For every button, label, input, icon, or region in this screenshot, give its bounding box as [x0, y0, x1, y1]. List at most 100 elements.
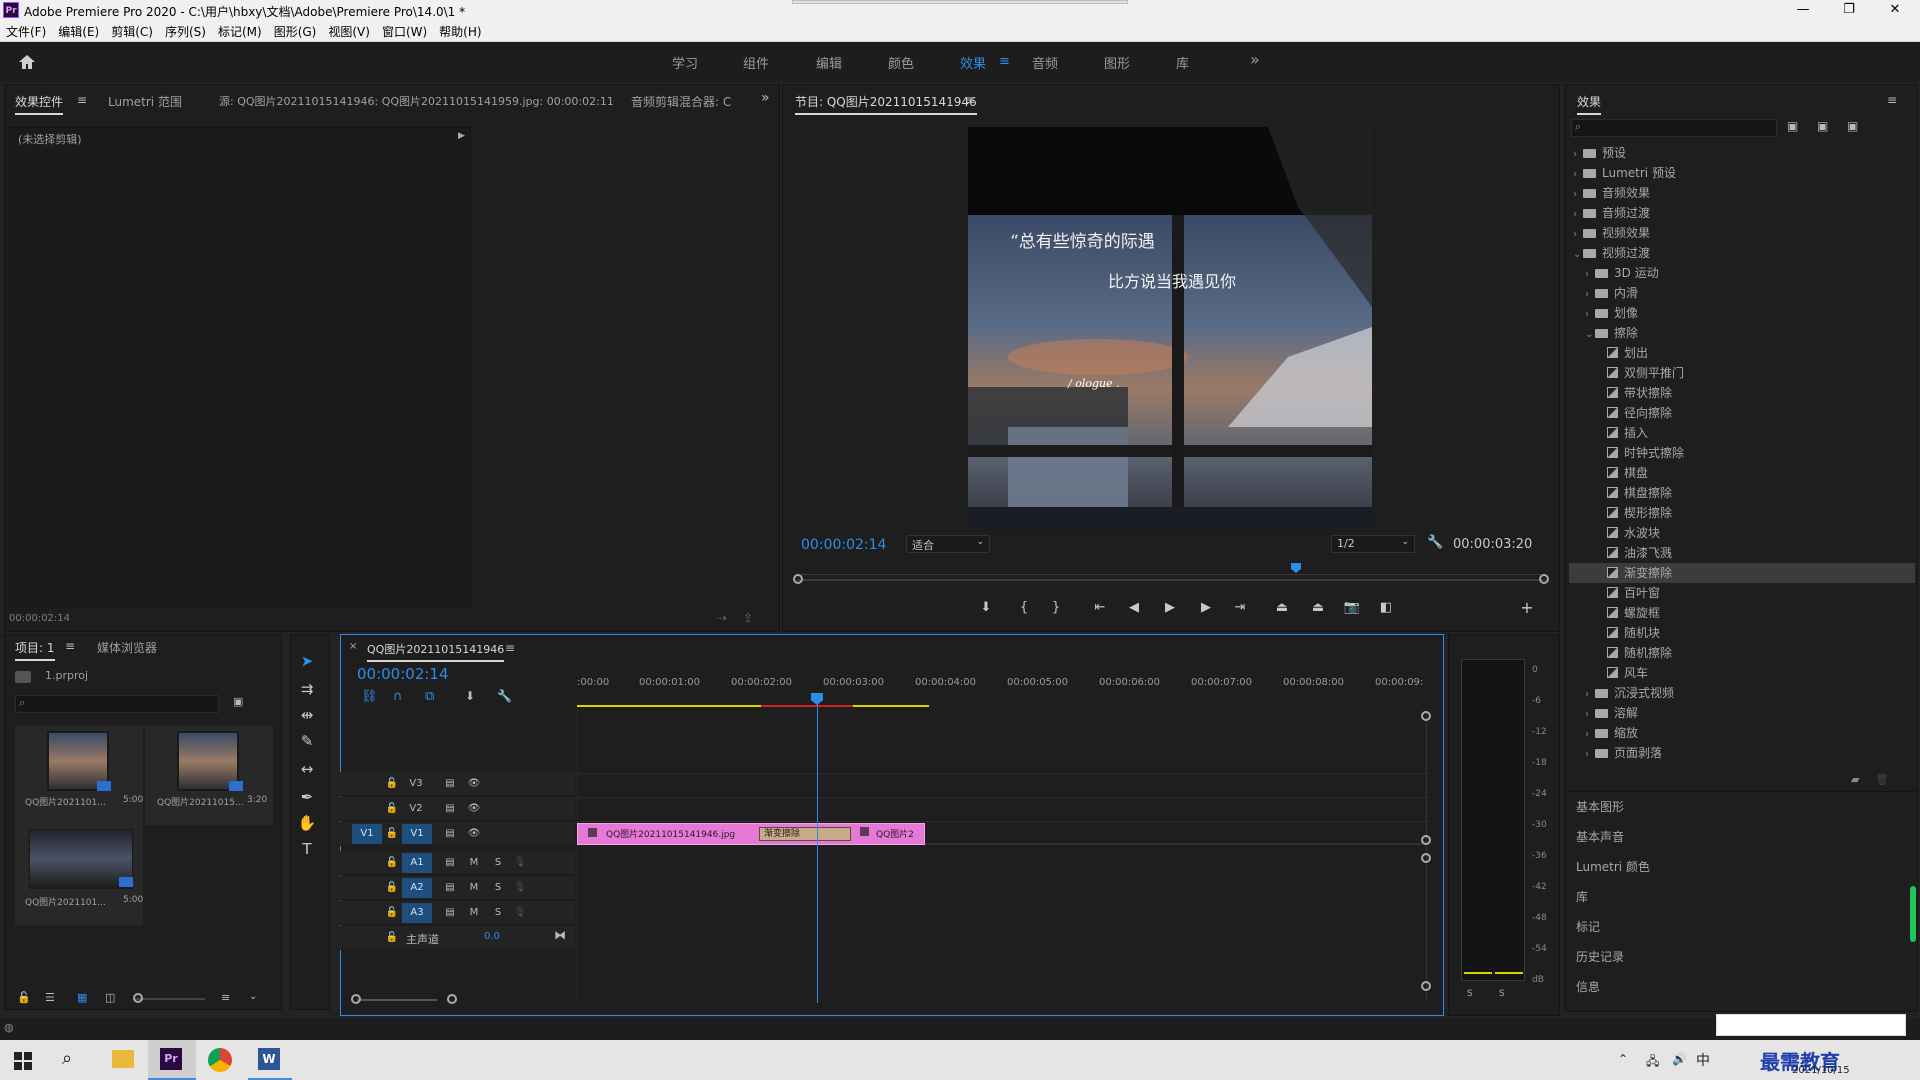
- a3-mic-icon[interactable]: 🎙: [512, 905, 528, 921]
- lock-icon[interactable]: 🔓: [17, 991, 31, 1004]
- effects-tree-item[interactable]: 双侧平推门: [1569, 363, 1915, 383]
- a2-label[interactable]: A2: [402, 878, 432, 898]
- timeline-close-icon[interactable]: ×: [349, 641, 357, 652]
- effects-tree-item[interactable]: 螺旋框: [1569, 603, 1915, 623]
- effects-tree-item[interactable]: › 页面剥落: [1569, 743, 1915, 763]
- v3-label[interactable]: V3: [408, 776, 424, 792]
- effects-tree-item[interactable]: 渐变擦除: [1569, 563, 1915, 583]
- effects-tree-item[interactable]: 楔形擦除: [1569, 503, 1915, 523]
- windows-start-icon[interactable]: [14, 1052, 32, 1070]
- tab-source[interactable]: 源: QQ图片20211015141946: QQ图片2021101514195…: [219, 93, 614, 109]
- timeline-menu-icon[interactable]: ≡: [505, 641, 515, 655]
- chevron-right-icon[interactable]: ›: [1573, 225, 1583, 245]
- workspace-color[interactable]: 颜色: [888, 53, 914, 72]
- v-scroll-handle-a[interactable]: [1421, 853, 1431, 863]
- maximize-button[interactable]: ❐: [1826, 0, 1872, 20]
- effects-tree-item[interactable]: 带状擦除: [1569, 383, 1915, 403]
- play-icon[interactable]: ▶: [1160, 598, 1180, 618]
- more-workspaces-icon[interactable]: »: [1250, 50, 1260, 69]
- project-item-1[interactable]: QQ图片2021101... 5:00 QQ图片2021101... 5:00: [15, 725, 143, 925]
- menu-sequence[interactable]: 序列(S): [159, 20, 212, 43]
- step-back-icon[interactable]: ◀: [1124, 598, 1144, 618]
- effects-tree-item[interactable]: › 缩放: [1569, 723, 1915, 743]
- effects-tree-item[interactable]: › 音频效果: [1569, 183, 1915, 203]
- section-essential-sound[interactable]: 基本声音: [1576, 828, 1624, 845]
- green-scroll-indicator[interactable]: [1910, 886, 1916, 942]
- type-tool-icon[interactable]: T: [296, 838, 318, 860]
- program-menu-icon[interactable]: ≡: [965, 93, 975, 107]
- thumbnail-size-handle[interactable]: [133, 993, 143, 1003]
- horizontal-scroll-bar[interactable]: [357, 999, 437, 1001]
- v3-lock-icon[interactable]: 🔓: [384, 776, 400, 792]
- source-patch-v1[interactable]: V1: [352, 824, 382, 844]
- effects-tree-item[interactable]: 时钟式擦除: [1569, 443, 1915, 463]
- effects-title[interactable]: 效果: [1577, 93, 1602, 115]
- list-view-icon[interactable]: ☰: [45, 991, 55, 1004]
- master-expand-icon[interactable]: ⧓: [554, 928, 566, 942]
- extract-icon[interactable]: ⏏: [1308, 598, 1328, 618]
- taskbar-premiere[interactable]: Pr: [148, 1040, 196, 1080]
- effects-tree-item[interactable]: 百叶窗: [1569, 583, 1915, 603]
- a2-mic-icon[interactable]: 🎙: [512, 880, 528, 896]
- section-essential-graphics[interactable]: 基本图形: [1576, 798, 1624, 815]
- v3-eye-icon[interactable]: 👁: [466, 776, 482, 792]
- workspace-effects[interactable]: 效果: [960, 53, 986, 72]
- chevron-right-icon[interactable]: ›: [1585, 745, 1595, 765]
- chevron-right-icon[interactable]: ›: [1585, 265, 1595, 285]
- a2-mute[interactable]: M: [466, 880, 482, 896]
- a2-solo[interactable]: S: [490, 880, 506, 896]
- menu-file[interactable]: 文件(F): [0, 20, 52, 43]
- a3-sync-lock-icon[interactable]: ▤: [442, 905, 458, 921]
- workspace-editing[interactable]: 编辑: [816, 53, 842, 72]
- program-playhead-timecode[interactable]: 00:00:02:14: [801, 537, 886, 553]
- freeform-view-icon[interactable]: ◫: [105, 991, 115, 1004]
- section-history[interactable]: 历史记录: [1576, 948, 1624, 965]
- ime-toolbar[interactable]: [1716, 1014, 1906, 1036]
- chevron-right-icon[interactable]: ›: [1573, 165, 1583, 185]
- project-item-2[interactable]: QQ图片20211015... 3:20: [145, 725, 273, 825]
- v-scroll-handle-bottom[interactable]: [1421, 981, 1431, 991]
- accelerated-effects-icon[interactable]: ▣: [1787, 119, 1798, 133]
- a1-label[interactable]: A1: [402, 853, 432, 873]
- taskbar-word[interactable]: W: [248, 1040, 292, 1080]
- chevron-right-icon[interactable]: ›: [1585, 705, 1595, 725]
- menu-help[interactable]: 帮助(H): [433, 20, 487, 43]
- ripple-edit-tool-icon[interactable]: ⇹: [296, 704, 318, 726]
- slip-tool-icon[interactable]: ↔: [296, 758, 318, 780]
- h-scroll-handle-right[interactable]: [447, 994, 457, 1004]
- tray-up-arrow-icon[interactable]: ⌃: [1618, 1052, 1628, 1066]
- chevron-right-icon[interactable]: ›: [1585, 285, 1595, 305]
- comparison-view-icon[interactable]: ◧: [1376, 598, 1396, 618]
- clip-v1-1[interactable]: QQ图片20211015141946.jpg QQ图片2: [577, 823, 925, 845]
- close-button[interactable]: ✕: [1872, 0, 1918, 20]
- zoom-handle-right[interactable]: [1539, 574, 1549, 584]
- hand-tool-icon[interactable]: ✋: [296, 812, 318, 834]
- program-ruler[interactable]: [801, 567, 1541, 575]
- tab-lumetri-scopes[interactable]: Lumetri 范围: [108, 93, 182, 110]
- chrome-icon[interactable]: [208, 1048, 232, 1072]
- v3-sync-lock-icon[interactable]: ▤: [442, 776, 458, 792]
- filter-icon[interactable]: ⇢: [717, 611, 727, 625]
- chevron-down-icon[interactable]: ⌄: [1585, 325, 1595, 345]
- effects-tree-item[interactable]: › 预设: [1569, 143, 1915, 163]
- effects-tree-item[interactable]: ⌄ 擦除: [1569, 323, 1915, 343]
- a3-mute[interactable]: M: [466, 905, 482, 921]
- 32bit-effects-icon[interactable]: ▣: [1817, 119, 1828, 133]
- effects-tree-item[interactable]: 径向擦除: [1569, 403, 1915, 423]
- button-editor-icon[interactable]: +: [1517, 598, 1537, 618]
- settings-wrench-icon[interactable]: 🔧: [1427, 535, 1443, 550]
- resolution-dropdown[interactable]: 1/2 ⌄: [1331, 535, 1415, 553]
- a1-mic-icon[interactable]: 🎙: [512, 855, 528, 871]
- timeline-ruler[interactable]: :00:00 00:00:01:00 00:00:02:00 00:00:03:…: [577, 677, 1429, 697]
- chevron-right-icon[interactable]: ›: [1585, 305, 1595, 325]
- effects-tree-item[interactable]: 油漆飞溅: [1569, 543, 1915, 563]
- linked-selection-icon[interactable]: ⧉: [425, 689, 434, 704]
- effects-tree-item[interactable]: 风车: [1569, 663, 1915, 683]
- h-scroll-handle-left[interactable]: [351, 994, 361, 1004]
- effects-tree-item[interactable]: › Lumetri 预设: [1569, 163, 1915, 183]
- mark-out-icon[interactable]: }: [1046, 598, 1066, 618]
- a3-label[interactable]: A3: [402, 903, 432, 923]
- tab-effect-controls[interactable]: 效果控件: [15, 93, 64, 115]
- zoom-handle-left[interactable]: [793, 574, 803, 584]
- meter-solo-right[interactable]: S: [1499, 989, 1505, 999]
